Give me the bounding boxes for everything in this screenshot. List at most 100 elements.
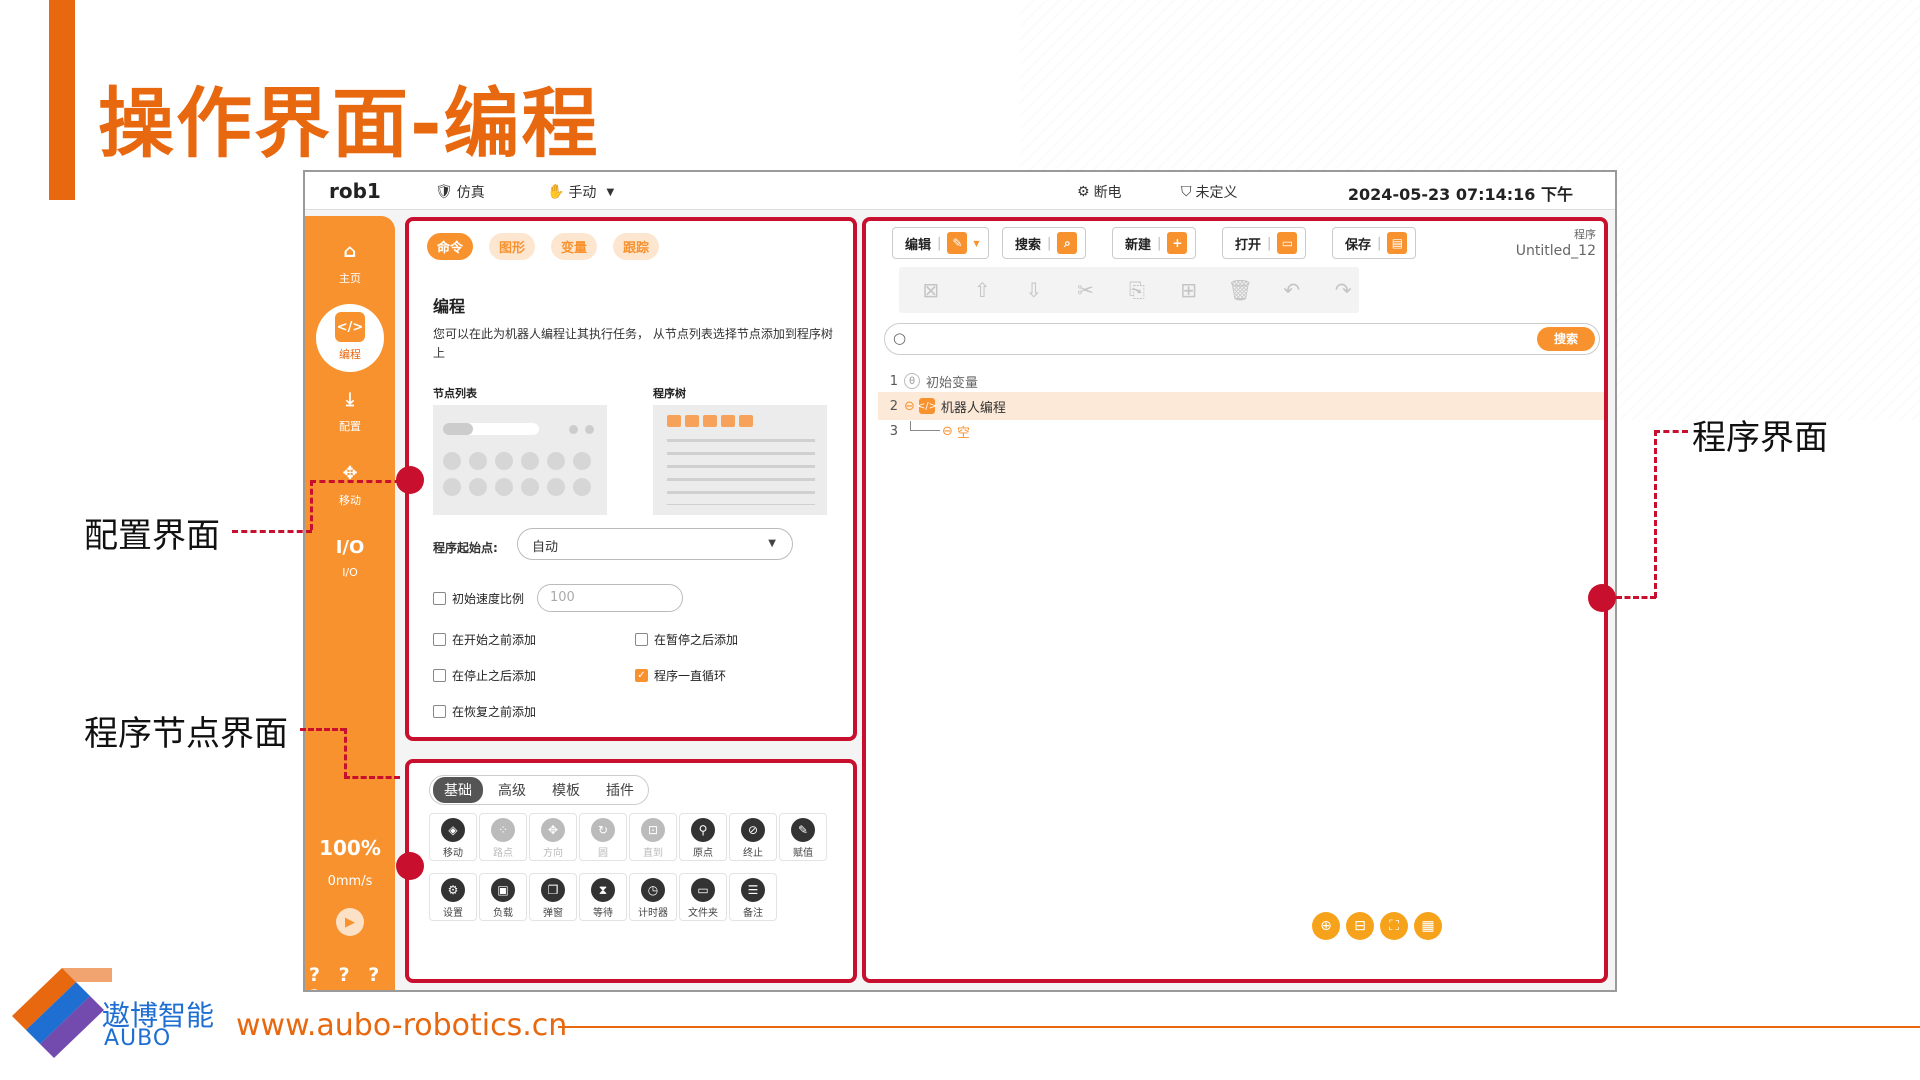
add-after-pause-checkbox[interactable]: 在暂停之后添加 <box>635 631 738 648</box>
tab-advanced[interactable]: 高级 <box>487 777 537 803</box>
config-panel: 命令 图形 变量 跟踪 编程 您可以在此为机器人编程让其执行任务， 从节点列表选… <box>405 217 857 741</box>
add-before-resume-checkbox[interactable]: 在恢复之前添加 <box>433 703 536 720</box>
node-comment[interactable]: ☰ 备注 <box>729 873 777 921</box>
sidebar-item-label: 主页 <box>339 272 361 285</box>
node-label: 圆 <box>598 848 608 859</box>
node-list-illustration <box>433 405 607 515</box>
add-after-stop-checkbox[interactable]: 在停止之后添加 <box>433 667 536 684</box>
safety-label: 未定义 <box>1195 185 1238 201</box>
speed-percent[interactable]: 100% <box>305 836 395 860</box>
sidebar-item-home[interactable]: ⌂ 主页 <box>305 236 395 286</box>
node-payload[interactable]: ▣ 负载 <box>479 873 527 921</box>
assign-icon: ✎ <box>791 818 815 842</box>
callout-line <box>300 728 346 731</box>
tab-variables[interactable]: 变量 <box>551 233 598 260</box>
node-timer[interactable]: ◷ 计时器 <box>629 873 677 921</box>
search-button[interactable]: 搜索 | ⌕ <box>1002 227 1087 259</box>
sidebar-item-move[interactable]: ✥ 移动 <box>305 458 395 508</box>
website-url[interactable]: www.aubo-robotics.cn <box>236 1008 567 1043</box>
tree-row[interactable]: 2 ⊖ </> 机器人编程 <box>878 392 1604 420</box>
popup-icon: ❐ <box>541 878 565 902</box>
callout-line <box>344 776 400 779</box>
save-button[interactable]: 保存 | ▤ <box>1332 227 1417 259</box>
config-icon: ⤓ <box>346 388 354 410</box>
mode-dropdown[interactable]: ✋ 手动 ▼ <box>547 182 614 202</box>
move-up-icon[interactable]: ⇧ <box>967 278 999 302</box>
init-speed-checkbox[interactable]: 初始速度比例 <box>433 590 524 607</box>
callout-nodes: 程序节点界面 <box>84 714 288 754</box>
node-wait[interactable]: ⧗ 等待 <box>579 873 627 921</box>
cut-icon[interactable]: ✂ <box>1070 278 1102 302</box>
edit-button[interactable]: 编辑 | ✎ ▼ <box>892 227 989 259</box>
tab-trace[interactable]: 跟踪 <box>613 233 660 260</box>
fullscreen-button[interactable]: ⛶ <box>1380 912 1408 940</box>
node-settings[interactable]: ⚙ 设置 <box>429 873 477 921</box>
start-point-select[interactable]: 自动 ▼ <box>517 528 793 560</box>
node-direction[interactable]: ✥ 方向 <box>529 813 577 861</box>
until-icon: ⊡ <box>641 818 665 842</box>
tab-template[interactable]: 模板 <box>541 777 591 803</box>
chevron-down-icon: ▼ <box>973 238 980 248</box>
power-status[interactable]: ⚙ 断电 <box>1077 182 1122 202</box>
node-circle[interactable]: ↻ 圆 <box>579 813 627 861</box>
clear-icon[interactable]: ⊠ <box>915 278 947 302</box>
new-button[interactable]: 新建 | + <box>1112 227 1197 259</box>
node-folder[interactable]: ▭ 文件夹 <box>679 873 727 921</box>
loop-forever-checkbox[interactable]: ✓ 程序一直循环 <box>635 667 726 684</box>
app-window: rob1 🛡 仿真 ✋ 手动 ▼ ⚙ 断电 ⛉ 未定义 2024-05-23 0… <box>303 170 1617 992</box>
program-label: 程序 <box>1574 228 1596 241</box>
tree-row[interactable]: 1 θ 初始变量 <box>878 367 1604 395</box>
node-move[interactable]: ◈ 移动 <box>429 813 477 861</box>
program-search-bar[interactable]: ○ 搜索 <box>884 323 1600 355</box>
node-label: 备注 <box>743 908 763 919</box>
edit-toolbar: ⊠ ⇧ ⇩ ✂ ⎘ ⊞ 🗑 ↶ ↷ <box>899 267 1359 313</box>
pencil-icon: ✎ <box>947 232 968 254</box>
sidebar-item-program[interactable]: </> 编程 <box>316 304 384 372</box>
checkbox-icon <box>635 633 648 646</box>
sidebar-item-config[interactable]: ⤓ 配置 <box>305 384 395 434</box>
view-tree-button[interactable]: ⊕ <box>1312 912 1340 940</box>
collapse-icon[interactable]: ⊖ <box>904 399 915 414</box>
node-stop[interactable]: ⊘ 终止 <box>729 813 777 861</box>
add-before-start-checkbox[interactable]: 在开始之前添加 <box>433 631 536 648</box>
copy-icon[interactable]: ⎘ <box>1121 278 1153 302</box>
view-code-button[interactable]: ⊟ <box>1346 912 1374 940</box>
tree-row[interactable]: 3 ⊖ 空 <box>878 417 1604 445</box>
node-origin[interactable]: ⚲ 原点 <box>679 813 727 861</box>
node-assign[interactable]: ✎ 赋值 <box>779 813 827 861</box>
paste-icon[interactable]: ⊞ <box>1173 278 1205 302</box>
variable-icon: θ <box>904 373 920 389</box>
node-label: 设置 <box>443 908 463 919</box>
title-accent-bar <box>49 0 75 200</box>
chevron-down-icon: ▼ <box>606 186 615 198</box>
tree-row-label: 空 <box>956 425 970 441</box>
delete-icon[interactable]: 🗑 <box>1224 278 1256 302</box>
search-submit-button[interactable]: 搜索 <box>1537 327 1595 351</box>
callout-line <box>1654 430 1688 433</box>
node-label: 计时器 <box>638 908 668 919</box>
init-speed-input[interactable]: 100 <box>537 584 683 612</box>
undo-icon[interactable]: ↶ <box>1276 278 1308 302</box>
open-button[interactable]: 打开 | ▭ <box>1222 227 1307 259</box>
play-button[interactable]: ▶ <box>336 908 364 936</box>
node-until[interactable]: ⊡ 直到 <box>629 813 677 861</box>
simulate-button[interactable]: ▦ <box>1414 912 1442 940</box>
node-popup[interactable]: ❐ 弹窗 <box>529 873 577 921</box>
safety-status[interactable]: ⛉ 未定义 <box>1181 182 1238 202</box>
move-node-icon: ◈ <box>441 818 465 842</box>
power-label: 断电 <box>1093 185 1122 201</box>
tab-command[interactable]: 命令 <box>427 233 474 260</box>
redo-icon[interactable]: ↷ <box>1328 278 1360 302</box>
simulation-toggle[interactable]: 🛡 仿真 <box>435 182 485 202</box>
tab-basic[interactable]: 基础 <box>433 777 483 803</box>
node-waypoint[interactable]: ⁘ 路点 <box>479 813 527 861</box>
tab-plugin[interactable]: 插件 <box>595 777 645 803</box>
move-down-icon[interactable]: ⇩ <box>1018 278 1050 302</box>
tree-row-number: 1 <box>889 373 898 389</box>
slide-title: 操作界面-编程 <box>98 79 600 168</box>
tab-graphics[interactable]: 图形 <box>489 233 536 260</box>
callout-line <box>310 480 313 530</box>
sidebar-item-io[interactable]: I/O I/O <box>305 532 395 580</box>
nodes-panel: 基础 高级 模板 插件 ◈ 移动 ⁘ 路点 ✥ 方向 ↻ 圆 ⊡ 直到 ⚲ 原点 ⊘ 终止 ✎… <box>405 759 857 983</box>
origin-icon: ⚲ <box>691 818 715 842</box>
